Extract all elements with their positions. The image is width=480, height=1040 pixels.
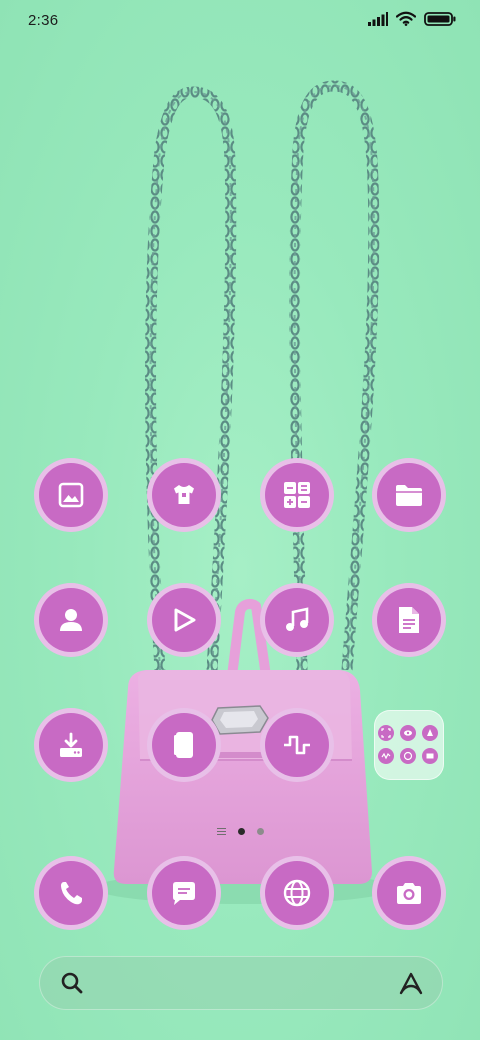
- scan-icon: [381, 727, 391, 738]
- video-player-app[interactable]: [147, 583, 221, 657]
- messages-app[interactable]: [147, 856, 221, 930]
- theme-store-icon: [174, 485, 194, 504]
- file-manager-app[interactable]: [372, 458, 446, 532]
- music-icon: [286, 607, 309, 631]
- music-app[interactable]: [260, 583, 334, 657]
- signal-icon: [368, 11, 388, 26]
- gallery-app[interactable]: [34, 458, 108, 532]
- phone-app[interactable]: [34, 856, 108, 930]
- battery-icon: [424, 11, 456, 26]
- phone-icon: [61, 882, 82, 905]
- camera-app[interactable]: [372, 856, 446, 930]
- contacts-app[interactable]: [34, 583, 108, 657]
- messages-icon: [173, 882, 195, 905]
- notes-app[interactable]: [372, 583, 446, 657]
- wallet-app[interactable]: [147, 708, 221, 782]
- wallet-icon: [174, 732, 193, 758]
- wave-icon: [381, 752, 391, 759]
- recorder-app[interactable]: [260, 708, 334, 782]
- calculator-app[interactable]: [260, 458, 334, 532]
- calculator-icon: [284, 482, 310, 508]
- chat-icon: [403, 751, 413, 760]
- downloads-icon: [60, 732, 82, 757]
- recorder-icon: [284, 735, 310, 755]
- wifi-icon: [396, 11, 416, 26]
- file-manager-icon: [396, 485, 422, 506]
- status-time: 2:36: [28, 12, 59, 29]
- right-chain-strap: [289, 80, 380, 671]
- mail-icon: [426, 753, 434, 758]
- search-icon[interactable]: [59, 970, 85, 996]
- eye-icon: [404, 729, 412, 736]
- page-indicator: [0, 828, 480, 835]
- theme-store-app[interactable]: [147, 458, 221, 532]
- downloads-app[interactable]: [34, 708, 108, 782]
- page-dot-2[interactable]: [256, 828, 264, 835]
- notes-icon: [399, 607, 419, 633]
- browser-app[interactable]: [260, 856, 334, 930]
- status-bar: 2:36: [0, 0, 480, 44]
- video-player-icon: [174, 608, 196, 632]
- contacts-icon: [60, 609, 82, 631]
- app-drawer-indicator[interactable]: [216, 828, 226, 835]
- app-folder[interactable]: [374, 710, 444, 780]
- gallery-icon: [58, 482, 84, 508]
- camera-icon: [397, 883, 421, 904]
- search-bar[interactable]: [39, 956, 443, 1010]
- assistant-icon[interactable]: [397, 969, 425, 997]
- cleaner-icon: [427, 728, 433, 736]
- page-dot-1[interactable]: [237, 828, 245, 835]
- browser-icon: [283, 879, 311, 907]
